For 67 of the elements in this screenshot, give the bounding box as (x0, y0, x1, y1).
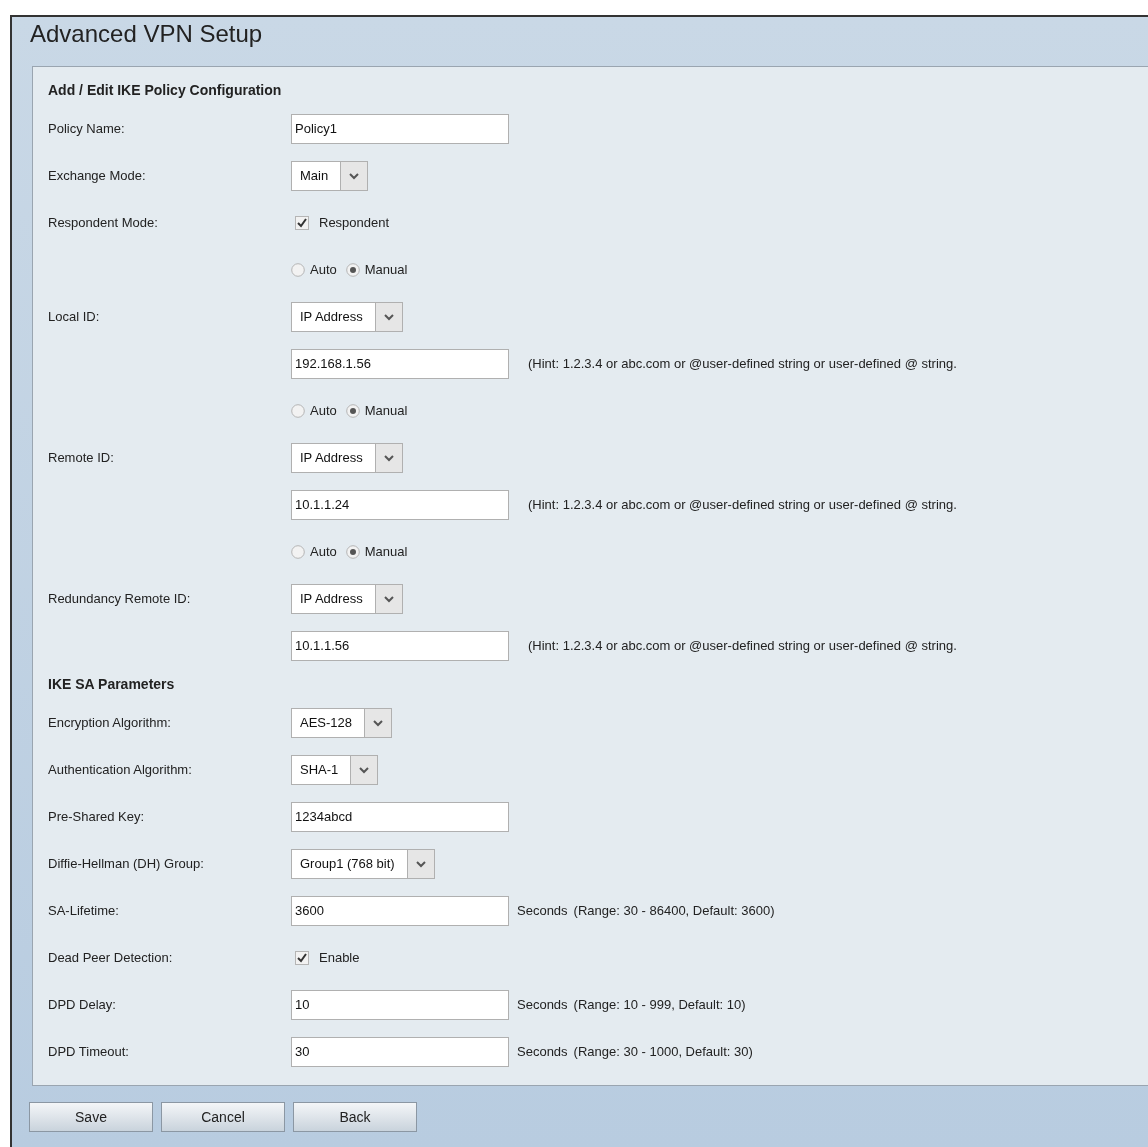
dropdown[interactable]: Main (291, 160, 369, 191)
action-button[interactable]: Cancel (161, 1102, 285, 1132)
unit-label: Seconds (517, 997, 568, 1012)
chevron-down-icon (340, 161, 368, 190)
chevron-down-icon (374, 302, 402, 331)
hint-text: (Range: 30 - 86400, Default: 3600) (573, 903, 775, 918)
section-heading: Add / Edit IKE Policy Configuration (48, 81, 282, 100)
hint-text: (Range: 30 - 1000, Default: 30) (573, 1044, 753, 1059)
chevron-down-icon (364, 708, 392, 737)
field-label: Policy Name: (48, 121, 125, 136)
field-label: Diffie-Hellman (DH) Group: (48, 856, 204, 871)
radio-button[interactable] (345, 262, 360, 277)
radio-button[interactable] (291, 544, 305, 559)
text-field[interactable]: 10.1.1.24 (291, 489, 509, 520)
field-label: Respondent Mode: (48, 215, 158, 230)
text-field[interactable]: 10 (291, 989, 509, 1020)
hint-text: (Range: 10 - 999, Default: 10) (573, 997, 746, 1012)
dropdown[interactable]: AES-128 (291, 707, 393, 738)
dropdown[interactable]: IP Address (291, 442, 403, 473)
field-label: Pre-Shared Key: (48, 809, 145, 824)
radio-button[interactable] (291, 262, 305, 277)
radio-button[interactable] (345, 403, 360, 418)
field-label: Encryption Algorithm: (48, 715, 171, 730)
radio-button[interactable] (291, 403, 305, 418)
text-field[interactable]: 192.168.1.56 (291, 348, 509, 379)
checkbox[interactable] (295, 950, 309, 965)
field-label: Dead Peer Detection: (48, 950, 173, 965)
dropdown[interactable]: Group1 (768 bit) (291, 848, 435, 879)
field-label: Remote ID: (48, 450, 114, 465)
field-label: Local ID: (48, 309, 100, 324)
field-label: Authentication Algorithm: (48, 762, 192, 777)
unit-label: Seconds (517, 903, 568, 918)
text-field[interactable]: 10.1.1.56 (291, 630, 509, 661)
text-field[interactable]: Policy1 (291, 113, 509, 144)
hint-text: (Hint: 1.2.3.4 or abc.com or @user-defined string or user-defined @ string. (528, 497, 957, 512)
text-field[interactable]: 30 (291, 1036, 509, 1067)
checkbox[interactable] (295, 215, 309, 230)
radio-label: Manual (364, 544, 408, 559)
page-title: Advanced VPN Setup (29, 19, 264, 49)
radio-label: Auto (310, 403, 337, 418)
checkbox-label: Enable (319, 950, 360, 965)
checkbox-label: Respondent (319, 215, 390, 230)
action-button[interactable]: Save (29, 1102, 153, 1132)
chevron-down-icon (350, 755, 378, 784)
radio-label: Auto (310, 544, 337, 559)
radio-label: Manual (364, 262, 408, 277)
unit-label: Seconds (517, 1044, 568, 1059)
dropdown[interactable]: IP Address (291, 301, 403, 332)
hint-text: (Hint: 1.2.3.4 or abc.com or @user-defined string or user-defined @ string. (528, 638, 957, 653)
section-heading: IKE SA Parameters (48, 675, 175, 694)
dropdown[interactable]: SHA-1 (291, 754, 379, 785)
radio-label: Auto (310, 262, 337, 277)
action-button[interactable]: Back (293, 1102, 417, 1132)
chevron-down-icon (374, 584, 402, 613)
radio-button[interactable] (345, 544, 360, 559)
field-label: Redundancy Remote ID: (48, 591, 191, 606)
field-label: SA-Lifetime: (48, 903, 119, 918)
hint-text: (Hint: 1.2.3.4 or abc.com or @user-defined string or user-defined @ string. (528, 356, 957, 371)
chevron-down-icon (374, 443, 402, 472)
field-label: DPD Delay: (48, 997, 116, 1012)
text-field[interactable]: 1234abcd (291, 801, 509, 832)
text-field[interactable]: 3600 (291, 895, 509, 926)
field-label: DPD Timeout: (48, 1044, 129, 1059)
chevron-down-icon (406, 849, 434, 878)
dropdown[interactable]: IP Address (291, 583, 403, 614)
radio-label: Manual (364, 403, 408, 418)
field-label: Exchange Mode: (48, 168, 146, 183)
